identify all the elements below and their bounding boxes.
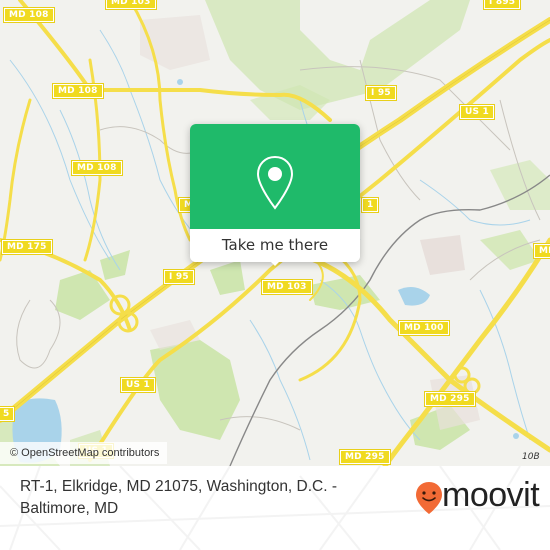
road-shield-partial: 5 [0, 406, 16, 422]
road-shield-md175: MD 175 [1, 239, 53, 255]
road-shield-md108: MD 108 [3, 7, 55, 23]
road-shield-md103: MD 103 [105, 0, 157, 10]
exit-label: 10B [522, 452, 540, 462]
map-pin-icon [256, 155, 294, 210]
road-shield-md100: MD 100 [398, 320, 450, 336]
popup-pointer [267, 258, 283, 266]
road-shield-md103: MD 103 [261, 279, 313, 295]
map-view[interactable]: MD 108 MD 103 I 895 MD 108 I 95 US 1 MD … [0, 0, 550, 466]
road-shield-md108: MD 108 [71, 160, 123, 176]
popup-header [190, 124, 360, 229]
moovit-wordmark: moovit [442, 476, 540, 514]
map-attribution[interactable]: © OpenStreetMap contributors [0, 442, 168, 464]
road-shield-md108: MD 108 [52, 83, 104, 99]
location-popup[interactable]: Take me there [190, 124, 360, 266]
footer: RT-1, Elkridge, MD 21075, Washington, D.… [0, 466, 550, 550]
road-shield-i95: I 95 [365, 85, 397, 101]
road-shield-us1: US 1 [459, 104, 495, 120]
road-shield-i895: I 895 [482, 0, 522, 10]
road-shield-i95: I 95 [163, 269, 195, 285]
road-shield-md295: MD 295 [339, 449, 391, 465]
location-address: RT-1, Elkridge, MD 21075, Washington, D.… [20, 478, 338, 517]
road-shield-us1: 1 [360, 197, 380, 213]
road-shield-md295: MD 295 [424, 391, 476, 407]
moovit-pin-icon [416, 482, 442, 514]
road-shield-partial: MD [533, 243, 550, 259]
road-shield-us1: US 1 [120, 377, 156, 393]
